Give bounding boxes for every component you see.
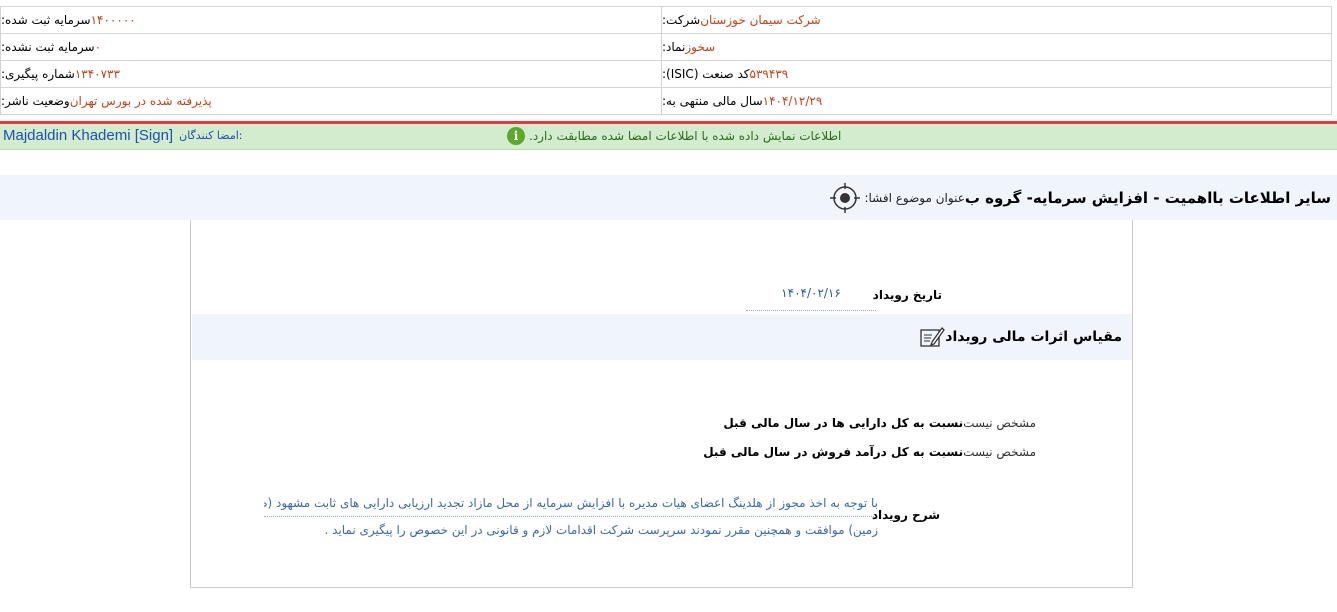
isic-cell: کد صنعت (ISIC): ۵۳۹۴۳۹	[662, 61, 1332, 87]
publisher-status-value: پذیرفته شده در بورس تهران	[69, 94, 212, 108]
info-circle-icon: i	[507, 127, 525, 145]
title-label: عنوان موضوع افشا:	[864, 191, 965, 205]
event-date-label: تاریخ رویداد	[872, 288, 942, 302]
fiscal-year-cell: سال مالی منتهی به: ۱۴۰۴/۱۲/۲۹	[662, 88, 1332, 114]
financial-impact-header: مقیاس اثرات مالی رویداد	[913, 324, 1122, 350]
info-row-company: شرکت: شرکت سیمان خوزستان سرمایه ثبت شده:…	[1, 7, 1332, 34]
ratio-row-revenue: نسبت به کل درآمد فروش در سال مالی قبل مش…	[693, 445, 1036, 459]
unregistered-capital-value: ۰	[94, 40, 102, 54]
info-row-fiscal-year: سال مالی منتهی به: ۱۴۰۴/۱۲/۲۹ وضعیت ناشر…	[1, 88, 1332, 115]
signature-message-text: اطلاعات نمایش داده شده با اطلاعات امضا ش…	[529, 129, 842, 143]
ratio-row-assets: نسبت به کل دارایی ها در سال مالی قبل مشخ…	[713, 416, 1036, 430]
financial-impact-section: مقیاس اثرات مالی رویداد	[192, 314, 1132, 360]
fiscal-year-value: ۱۴۰۴/۱۲/۲۹	[762, 94, 823, 108]
ratio-assets-label: نسبت به کل دارایی ها در سال مالی قبل	[723, 416, 964, 430]
unregistered-capital-label: سرمایه ثبت نشده:	[1, 40, 95, 54]
signers: Majdaldin Khademi [Sign] امضا کنندگان:	[3, 127, 242, 144]
description-line: با توجه به اخذ مجوز از هلدینگ اعضای هیات…	[264, 490, 878, 517]
registered-capital-cell: سرمایه ثبت شده: ۱۴۰۰۰۰۰	[1, 7, 662, 33]
unregistered-capital-cell: سرمایه ثبت نشده: ۰	[1, 34, 662, 60]
symbol-value: سخوز	[685, 40, 716, 54]
isic-label: کد صنعت (ISIC):	[662, 67, 750, 81]
ratio-assets-value: مشخص نیست	[963, 416, 1036, 430]
edit-note-icon	[920, 326, 946, 347]
fiscal-year-label: سال مالی منتهی به:	[662, 94, 763, 108]
publisher-status-label: وضعیت ناشر:	[1, 94, 70, 108]
ratio-revenue-label: نسبت به کل درآمد فروش در سال مالی قبل	[703, 445, 964, 459]
signature-message: i اطلاعات نمایش داده شده با اطلاعات امضا…	[507, 127, 845, 145]
event-description: با توجه به اخذ مجوز از هلدینگ اعضای هیات…	[264, 490, 878, 543]
signature-bar: Majdaldin Khademi [Sign] امضا کنندگان: i…	[0, 124, 1337, 150]
ratio-revenue-value: مشخص نیست	[963, 445, 1036, 459]
isic-value: ۵۳۹۴۳۹	[749, 67, 789, 81]
symbol-label: نماد:	[662, 40, 686, 54]
registered-capital-value: ۱۴۰۰۰۰۰	[90, 13, 136, 27]
tracking-number-label: شماره پیگیری:	[1, 67, 75, 81]
info-row-symbol: نماد: سخوز سرمایه ثبت نشده: ۰	[1, 34, 1332, 61]
signers-label: امضا کنندگان:	[179, 129, 243, 142]
disclosure-title-bar: عنوان موضوع افشا: سایر اطلاعات بااهمیت -…	[0, 175, 1337, 220]
tracking-number-value: ۱۳۴۰۷۳۳	[74, 67, 120, 81]
company-info-table: شرکت: شرکت سیمان خوزستان سرمایه ثبت شده:…	[0, 6, 1332, 115]
company-cell: شرکت: شرکت سیمان خوزستان	[662, 7, 1332, 33]
event-panel: تاریخ رویداد ۱۴۰۴/۰۲/۱۶ مقیاس اثرات مالی…	[190, 220, 1133, 588]
company-value: شرکت سیمان خوزستان	[700, 13, 821, 27]
publisher-status-cell: وضعیت ناشر: پذیرفته شده در بورس تهران	[1, 88, 662, 114]
registered-capital-label: سرمایه ثبت شده:	[1, 13, 91, 27]
event-description-label: شرح رویداد	[871, 508, 940, 522]
info-row-isic: کد صنعت (ISIC): ۵۳۹۴۳۹ شماره پیگیری: ۱۳۴…	[1, 61, 1332, 88]
signer-link[interactable]: Majdaldin Khademi [Sign]	[3, 127, 173, 144]
disclosure-title: عنوان موضوع افشا: سایر اطلاعات بااهمیت -…	[824, 183, 1331, 213]
description-line: زمین) موافقت و همچنین مقرر نمودند سرپرست…	[324, 523, 878, 537]
title-text: سایر اطلاعات بااهمیت - افزایش سرمایه- گر…	[964, 189, 1331, 207]
tracking-number-cell: شماره پیگیری: ۱۳۴۰۷۳۳	[1, 61, 662, 87]
financial-impact-title: مقیاس اثرات مالی رویداد	[945, 329, 1122, 345]
company-label: شرکت:	[662, 13, 701, 27]
event-date-value: ۱۴۰۴/۰۲/۱۶	[746, 284, 876, 311]
symbol-cell: نماد: سخوز	[662, 34, 1332, 60]
target-icon	[830, 183, 861, 213]
